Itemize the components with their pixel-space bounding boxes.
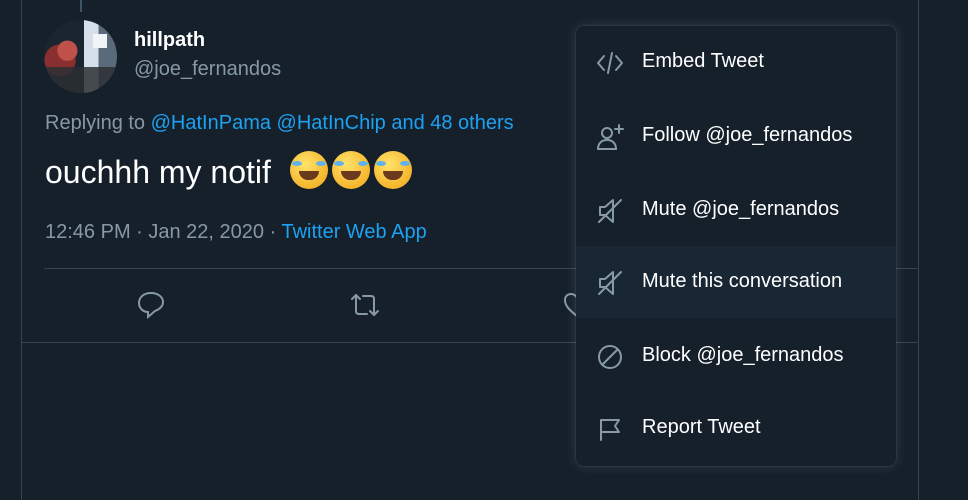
author-display-name[interactable]: hillpath	[134, 29, 205, 52]
menu-item-block[interactable]: Block @joe_fernandos	[576, 320, 896, 392]
menu-item-label: Mute @joe_fernandos	[642, 198, 840, 220]
reply-button[interactable]	[136, 290, 166, 320]
tweet-text-body: ouchhh my notif	[45, 154, 271, 190]
follow-icon	[596, 123, 624, 151]
avatar-detail	[93, 34, 107, 48]
menu-item-mute-conversation[interactable]: Mute this conversation	[576, 246, 896, 318]
block-icon	[596, 343, 624, 371]
menu-item-follow[interactable]: Follow @joe_fernandos	[576, 100, 896, 172]
author-handle[interactable]: @joe_fernandos	[134, 58, 281, 81]
timeline-border-right	[918, 0, 919, 500]
menu-item-label: Block @joe_fernandos	[642, 344, 844, 366]
tweet-timestamp[interactable]: 12:46 PM · Jan 22, 2020 ·	[45, 221, 276, 243]
menu-item-label: Mute this conversation	[642, 270, 843, 292]
menu-item-report[interactable]: Report Tweet	[576, 392, 896, 464]
menu-item-label: Embed Tweet	[642, 50, 764, 72]
mute-icon	[596, 269, 624, 297]
menu-item-mute-user[interactable]: Mute @joe_fernandos	[576, 174, 896, 246]
avatar-detail	[44, 67, 117, 93]
menu-item-embed-tweet[interactable]: Embed Tweet	[576, 26, 896, 98]
tweet-text: ouchhh my notif	[45, 151, 412, 191]
code-icon	[596, 49, 624, 77]
tweet-meta: 12:46 PM · Jan 22, 2020 · Twitter Web Ap…	[45, 221, 427, 244]
tweet-source-link[interactable]: Twitter Web App	[281, 221, 426, 243]
rofl-emoji	[373, 151, 412, 189]
replying-to: Replying to @HatInPama @HatInChip and 48…	[45, 112, 514, 135]
thread-connector-line	[80, 0, 82, 12]
rofl-emoji	[289, 151, 328, 189]
menu-item-label: Report Tweet	[642, 416, 761, 438]
retweet-icon	[351, 294, 379, 316]
rofl-emoji	[331, 151, 370, 189]
reply-icon	[137, 291, 165, 320]
replying-to-prefix: Replying to	[45, 112, 146, 134]
avatar[interactable]	[44, 20, 117, 93]
mute-icon	[596, 197, 624, 225]
retweet-button[interactable]	[350, 290, 380, 320]
flag-icon	[596, 415, 624, 443]
replying-to-links[interactable]: @HatInPama @HatInChip and 48 others	[151, 112, 514, 134]
timeline-border-left	[21, 0, 22, 500]
tweet-options-menu: Embed Tweet Follow @joe_fernandos Mute @…	[576, 26, 896, 466]
menu-item-label: Follow @joe_fernandos	[642, 124, 853, 146]
